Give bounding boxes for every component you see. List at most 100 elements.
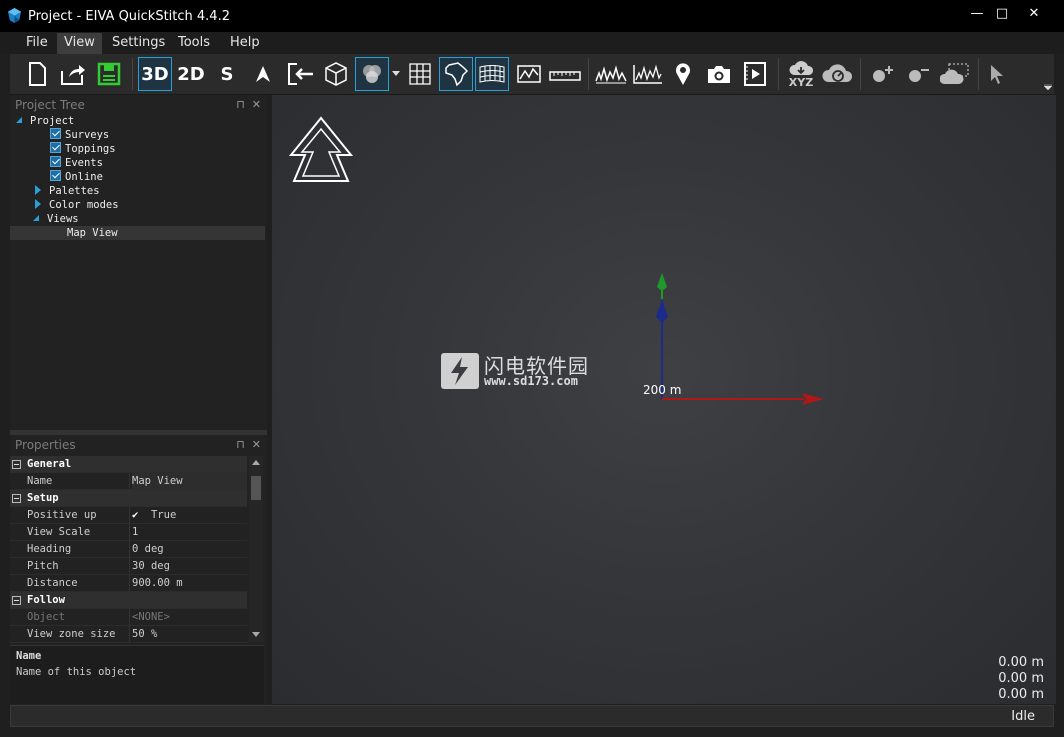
pin-icon[interactable]: ⊓ (236, 438, 245, 451)
property-value[interactable]: 50 % (132, 626, 157, 643)
category-general[interactable]: General (10, 456, 247, 473)
tree-item-online[interactable]: Online (50, 170, 103, 184)
collapse-arrow-icon[interactable] (35, 185, 41, 195)
coastline-button[interactable] (439, 57, 473, 91)
property-name[interactable]: Name Map View (10, 473, 247, 490)
property-label: Name (27, 475, 53, 487)
property-value[interactable]: 30 deg (132, 558, 170, 575)
property-value[interactable]: 900.00 m (132, 575, 183, 592)
expand-arrow-icon[interactable] (33, 215, 39, 221)
property-view-scale[interactable]: View Scale 1 (10, 524, 247, 541)
view-2d-button[interactable]: 2D (174, 57, 208, 91)
category-setup[interactable]: Setup (10, 490, 247, 507)
tree-label: Palettes (49, 185, 100, 197)
property-value[interactable]: ✔ True (132, 507, 176, 524)
property-pitch[interactable]: Pitch 30 deg (10, 558, 247, 575)
spectrum-axis-button[interactable] (630, 57, 664, 91)
close-panel-icon[interactable]: ✕ (252, 98, 261, 111)
tree-item-events[interactable]: Events (50, 156, 103, 170)
collapse-minus-icon[interactable] (12, 494, 21, 503)
mesh-grid-icon (479, 65, 505, 83)
tree-item-color-modes[interactable]: Color modes (35, 198, 119, 212)
measure-button[interactable] (548, 57, 582, 91)
profile-button[interactable] (512, 57, 546, 91)
open-project-button[interactable] (56, 57, 90, 91)
north-up-button[interactable] (246, 57, 280, 91)
north-indicator-icon[interactable] (288, 115, 354, 185)
xyz-export-button[interactable]: XYZ (784, 57, 818, 91)
property-value[interactable]: Map View (132, 473, 247, 490)
close-panel-icon[interactable]: ✕ (252, 438, 261, 451)
layers-button[interactable] (355, 57, 389, 91)
checkbox-checked-icon[interactable] (50, 156, 61, 167)
pin-icon[interactable]: ⊓ (236, 98, 245, 111)
select-tool-button[interactable] (980, 57, 1014, 91)
view-3d-button[interactable]: 3D (138, 57, 172, 91)
chevron-down-icon[interactable] (392, 71, 400, 77)
screenshot-button[interactable] (702, 57, 736, 91)
property-value[interactable]: <NONE> (132, 609, 170, 626)
scale-label: 200 m (643, 383, 682, 397)
add-point-button[interactable] (866, 57, 900, 91)
toolbar-overflow-icon[interactable] (1044, 84, 1052, 90)
property-value[interactable]: 1 (132, 524, 138, 541)
watermark-url: www.sd173.com (484, 374, 578, 388)
import-button[interactable] (283, 57, 317, 91)
scrollbar-thumb[interactable] (251, 476, 261, 500)
toolbar: 3D 2D S XYZ (10, 54, 1054, 95)
spectrum-button[interactable] (594, 57, 628, 91)
tree-item-project[interactable]: Project (16, 114, 74, 128)
event-button[interactable] (666, 57, 700, 91)
collapse-minus-icon[interactable] (12, 596, 21, 605)
cloud-download-icon (789, 60, 814, 75)
tree-item-map-view[interactable]: Map View (10, 226, 265, 240)
window-title: Project - EIVA QuickStitch 4.4.2 (28, 9, 230, 24)
property-positive-up[interactable]: Positive up ✔ True (10, 507, 247, 524)
tree-item-palettes[interactable]: Palettes (35, 184, 100, 198)
checkbox-checked-icon[interactable] (50, 170, 61, 181)
remove-point-button[interactable] (902, 57, 936, 91)
menu-tools[interactable]: Tools (171, 33, 217, 54)
toolbar-separator (778, 58, 779, 90)
category-follow[interactable]: Follow (10, 592, 247, 609)
menu-settings[interactable]: Settings (105, 33, 172, 54)
map-viewport[interactable]: 闪电软件园 www.sd173.com 200 m 0.00 m 0.00 m … (272, 95, 1056, 704)
checkbox-checked-icon[interactable] (50, 128, 61, 139)
properties-scrollbar[interactable] (249, 456, 263, 642)
maximize-button[interactable]: □ (987, 4, 1017, 26)
collapse-minus-icon[interactable] (12, 460, 21, 469)
menu-view[interactable]: View (57, 33, 102, 54)
close-button[interactable]: ✕ (1019, 4, 1049, 26)
scroll-down-icon[interactable] (252, 632, 260, 637)
collapse-arrow-icon[interactable] (35, 199, 41, 209)
menu-file[interactable]: File (19, 33, 55, 54)
scroll-up-icon[interactable] (252, 460, 260, 465)
cloud-performance-button[interactable] (820, 57, 854, 91)
view-s-button[interactable]: S (210, 57, 244, 91)
expand-arrow-icon[interactable] (16, 117, 22, 123)
bounding-box-button[interactable] (319, 57, 353, 91)
property-heading[interactable]: Heading 0 deg (10, 541, 247, 558)
waveform-axis-icon (633, 64, 662, 84)
mesh-button[interactable] (475, 57, 509, 91)
toolbar-separator (132, 58, 133, 90)
africa-map-icon (445, 62, 469, 87)
property-value[interactable]: 0 deg (132, 541, 164, 558)
property-view-zone-size[interactable]: View zone size 50 % (10, 626, 247, 643)
tree-item-views[interactable]: Views (33, 212, 79, 226)
menu-help[interactable]: Help (223, 33, 267, 54)
tree-item-toppings[interactable]: Toppings (50, 142, 116, 156)
video-button[interactable] (738, 57, 772, 91)
tree-item-surveys[interactable]: Surveys (50, 128, 109, 142)
status-bar: Idle (10, 705, 1054, 727)
grid-button[interactable] (403, 57, 437, 91)
property-distance[interactable]: Distance 900.00 m (10, 575, 247, 592)
ruler-icon (549, 71, 581, 81)
checkmark-icon[interactable]: ✔ (132, 509, 138, 521)
checkbox-checked-icon[interactable] (50, 142, 61, 153)
cloud-selection-button[interactable] (938, 57, 972, 91)
coord-z: 0.00 m (998, 687, 1044, 702)
new-project-button[interactable] (20, 57, 54, 91)
property-object[interactable]: Object <NONE> (10, 609, 247, 626)
save-button[interactable] (92, 57, 126, 91)
